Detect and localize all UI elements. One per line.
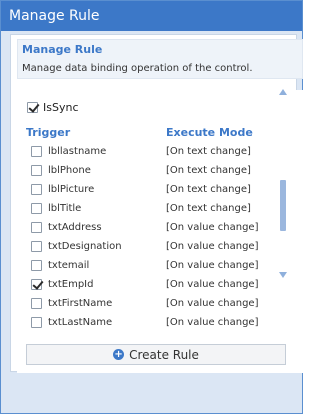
trigger-checkbox[interactable] [31,146,42,157]
execute-mode: [On value change] [166,222,259,233]
list-item[interactable]: lblPicture [On text change] [17,180,287,199]
execute-mode: [On text change] [166,165,251,176]
execute-mode: [On value change] [166,298,259,309]
trigger-list: lbllastname [On text change] lblPhone [O… [17,142,304,335]
section-title: Manage Rule [22,43,103,56]
list-item[interactable]: txtPhone [17,332,287,335]
list-item[interactable]: lblTitle [On text change] [17,199,287,218]
manage-rule-dialog: Manage Rule Manage Rule Manage data bind… [0,0,304,414]
trigger-checkbox[interactable] [31,317,42,328]
rules-panel: IsSync Trigger Execute Mode lbllastname … [17,90,304,373]
execute-mode: [On value change] [166,317,259,328]
issync-checkbox[interactable] [27,101,38,113]
dialog-body: Manage Rule Manage data binding operatio… [10,34,304,373]
trigger-checkbox[interactable] [31,260,42,271]
trigger-checkbox[interactable] [31,165,42,176]
execute-mode-column-header: Execute Mode [166,126,253,139]
trigger-name: txtLastName [48,317,113,328]
scroll-down-arrow-icon[interactable] [279,272,287,278]
list-item[interactable]: txtFirstName [On value change] [17,294,287,313]
execute-mode: [On text change] [166,184,251,195]
list-item[interactable]: lbllastname [On text change] [17,142,287,161]
execute-mode: [On value change] [166,260,259,271]
execute-mode: [On value change] [166,241,259,252]
trigger-checkbox[interactable] [31,279,42,290]
trigger-name: lblPhone [48,165,91,176]
section-description: Manage data binding operation of the con… [22,63,253,74]
trigger-checkbox[interactable] [31,241,42,252]
trigger-name: txtFirstName [48,298,113,309]
trigger-checkbox[interactable] [31,203,42,214]
create-rule-button[interactable]: + Create Rule [26,344,286,365]
issync-option[interactable]: IsSync [27,100,79,114]
trigger-checkbox[interactable] [31,184,42,195]
add-circle-icon: + [113,349,125,360]
trigger-name: txtAddress [48,222,102,233]
list-item[interactable]: lblPhone [On text change] [17,161,287,180]
execute-mode: [On text change] [166,146,251,157]
execute-mode: [On text change] [166,203,251,214]
execute-mode: [On value change] [166,279,259,290]
list-item[interactable]: txtAddress [On value change] [17,218,287,237]
trigger-name: lbllastname [48,146,107,157]
dialog-title: Manage Rule [1,1,302,31]
issync-label: IsSync [43,100,79,114]
header-box: Manage Rule Manage data binding operatio… [17,39,303,79]
trigger-checkbox[interactable] [31,222,42,233]
create-rule-label: Create Rule [129,347,199,362]
trigger-name: txtemail [48,260,90,271]
trigger-name: lblTitle [48,203,82,214]
list-item[interactable]: txtemail [On value change] [17,256,287,275]
trigger-checkbox[interactable] [31,298,42,309]
scroll-up-arrow-icon[interactable] [279,89,287,95]
scrollbar-thumb[interactable] [280,180,286,231]
trigger-name: txtEmpId [48,279,94,290]
list-item[interactable]: txtEmpId [On value change] [17,275,287,294]
trigger-name: lblPicture [48,184,95,195]
trigger-name: txtDesignation [48,241,122,252]
list-item[interactable]: txtDesignation [On value change] [17,237,287,256]
trigger-column-header: Trigger [26,126,71,139]
list-item[interactable]: txtLastName [On value change] [17,313,287,332]
